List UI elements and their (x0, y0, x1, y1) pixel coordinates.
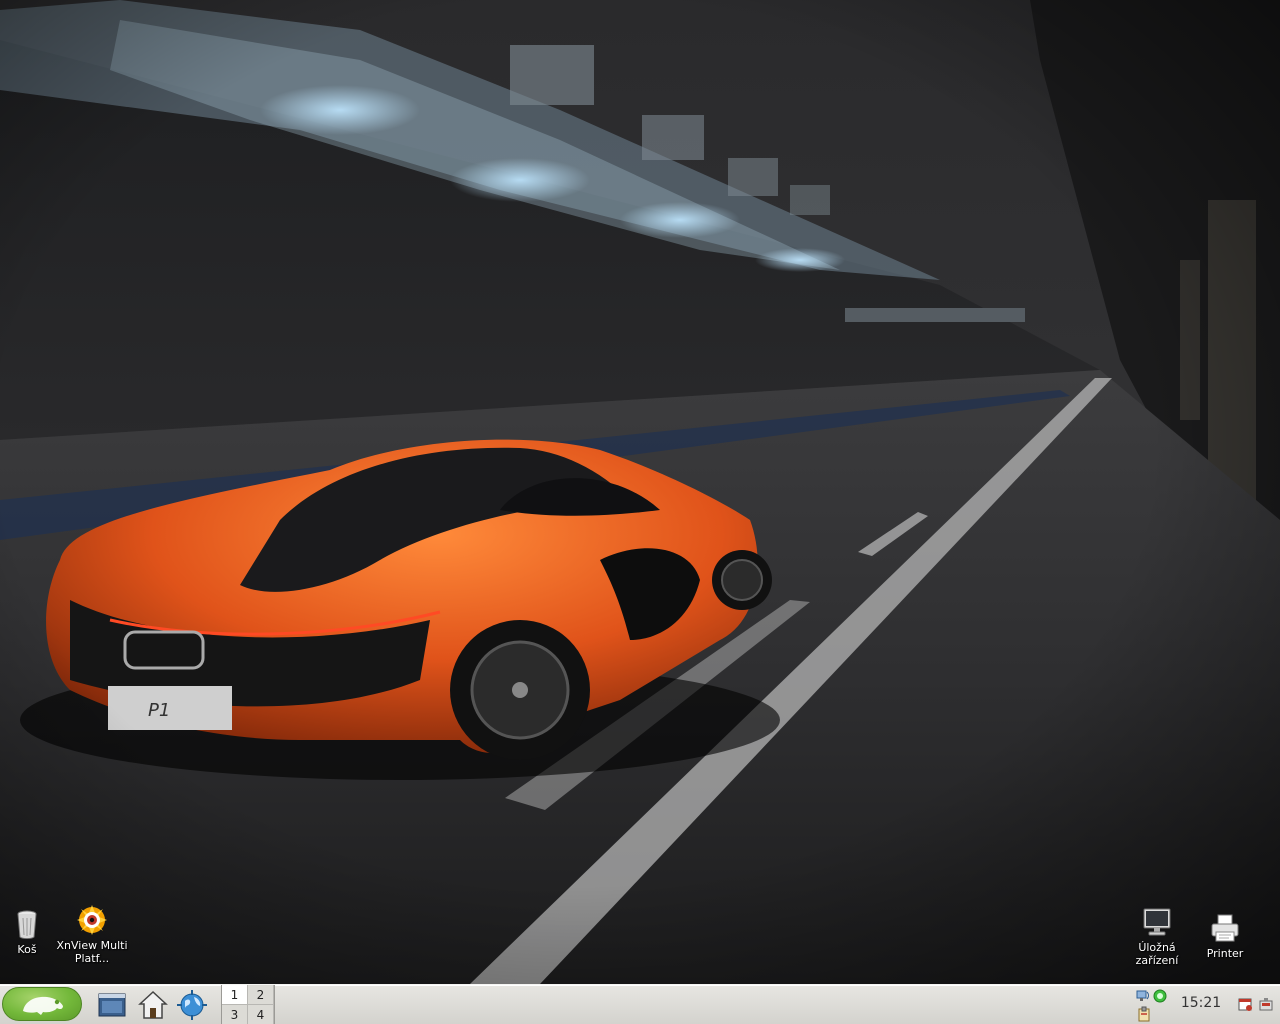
monitor-icon (1143, 908, 1171, 936)
clock[interactable]: 15:21 (1176, 995, 1226, 1011)
xnview-icon (77, 905, 107, 935)
workspace-pager: 1 2 3 4 (221, 985, 275, 1024)
power-icon[interactable] (1258, 997, 1274, 1013)
system-tray (1130, 987, 1170, 1023)
wallpaper: P1 (0, 0, 1280, 984)
system-tray-right (1236, 993, 1276, 1017)
workspace-3[interactable]: 3 (222, 1005, 248, 1024)
printer-icon (1211, 914, 1239, 942)
trash-icon (17, 910, 37, 939)
update-icon[interactable] (1152, 988, 1168, 1004)
workspace-2[interactable]: 2 (248, 985, 274, 1005)
desktop-icon-label: Printer (1206, 947, 1244, 960)
home-folder-icon[interactable] (137, 989, 169, 1021)
desktop: P1 Koš (0, 0, 1280, 1024)
desktop-icon-label: XnView Multi Platf... (56, 939, 128, 965)
desktop-icon-label: Úložná zařízení (1135, 941, 1179, 967)
taskbar: 1 2 3 4 15:21 (0, 984, 1280, 1024)
workspace-4[interactable]: 4 (248, 1005, 274, 1024)
clipboard-icon[interactable] (1136, 1006, 1152, 1022)
browser-icon[interactable] (176, 989, 208, 1021)
start-menu-button[interactable] (2, 987, 82, 1021)
screenshot-icon[interactable] (1238, 997, 1254, 1013)
show-desktop-icon[interactable] (96, 989, 128, 1021)
network-icon[interactable] (1136, 988, 1152, 1004)
opensuse-gecko-icon (23, 996, 63, 1015)
workspace-1[interactable]: 1 (222, 985, 248, 1005)
desktop-icon-printer[interactable]: Printer (1185, 912, 1265, 960)
desktop-icon-xnview[interactable]: XnView Multi Platf... (52, 904, 132, 965)
